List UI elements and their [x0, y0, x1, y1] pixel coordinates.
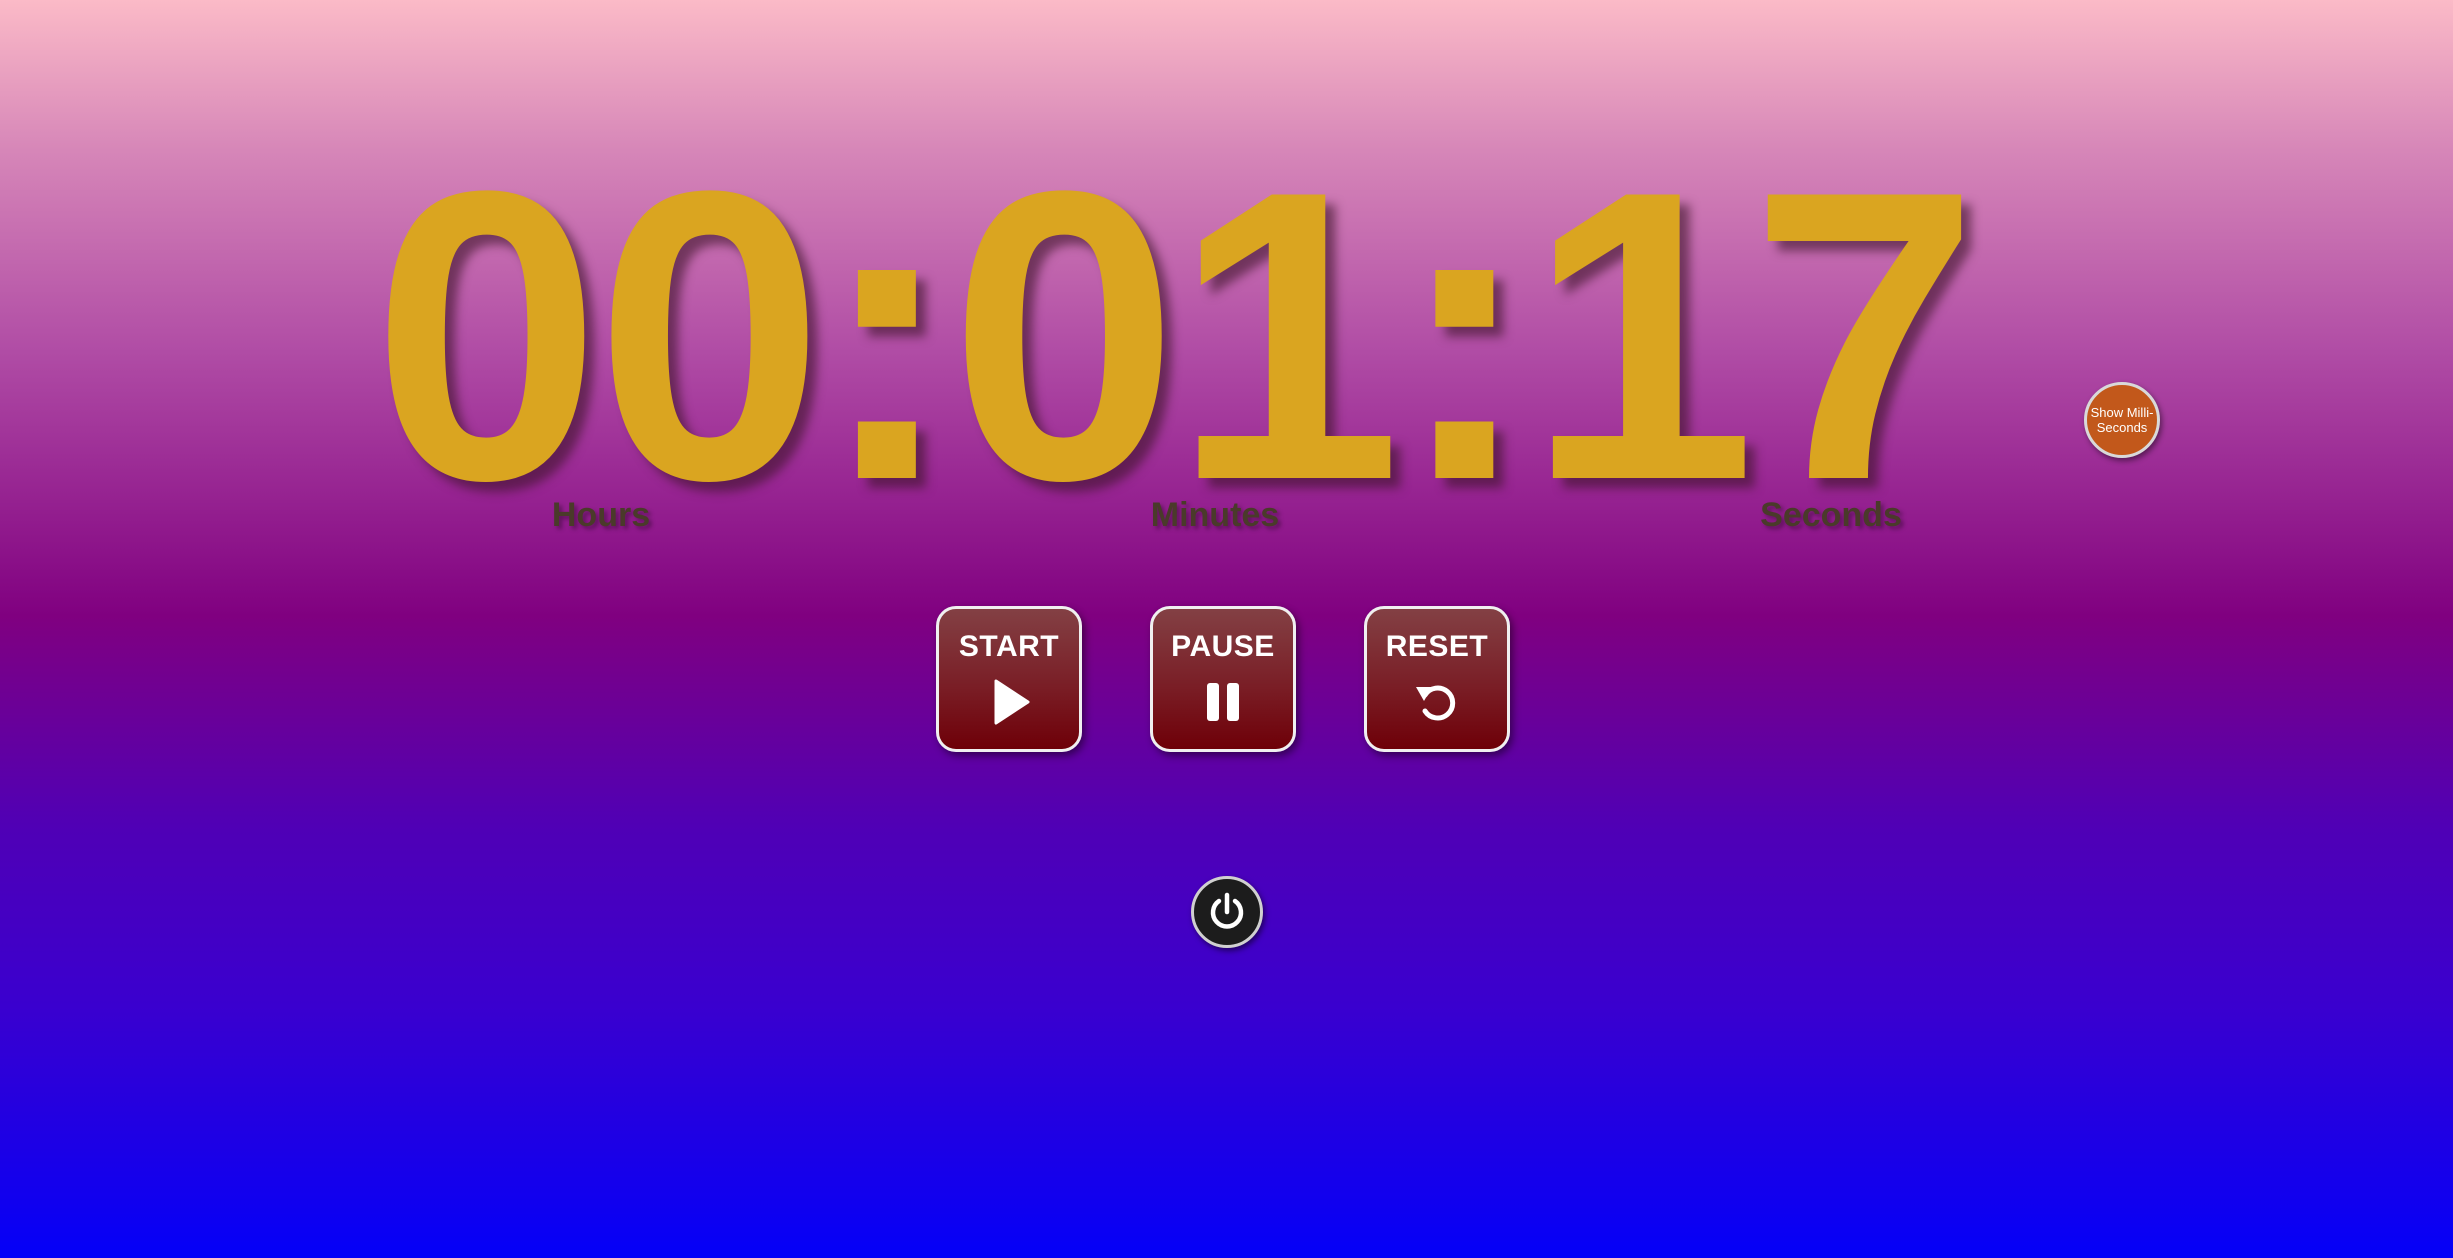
power-icon — [1210, 892, 1244, 929]
seconds-label: Seconds — [1760, 496, 1902, 534]
show-milliseconds-label: Show Milli-Seconds — [2090, 405, 2154, 435]
start-button[interactable]: START — [936, 606, 1082, 752]
minutes-label: Minutes — [1150, 496, 1280, 534]
timer-display: 00:01:17 Hours Minutes Seconds — [0, 130, 2453, 542]
hours-label: Hours — [551, 496, 651, 534]
reset-button[interactable]: RESET — [1364, 606, 1510, 752]
pause-icon — [1207, 683, 1239, 721]
timer-controls: START PAUSE RESET — [936, 606, 1510, 752]
play-icon — [994, 679, 1030, 725]
reset-icon — [1416, 685, 1456, 721]
timer-digits: 00:01:17 — [372, 106, 1979, 566]
start-label: START — [958, 630, 1060, 663]
power-button[interactable] — [1191, 876, 1263, 948]
reset-label: RESET — [1385, 630, 1489, 663]
pause-button[interactable]: PAUSE — [1150, 606, 1296, 752]
show-milliseconds-button[interactable]: Show Milli-Seconds — [2084, 382, 2160, 458]
pause-label: PAUSE — [1171, 630, 1275, 663]
